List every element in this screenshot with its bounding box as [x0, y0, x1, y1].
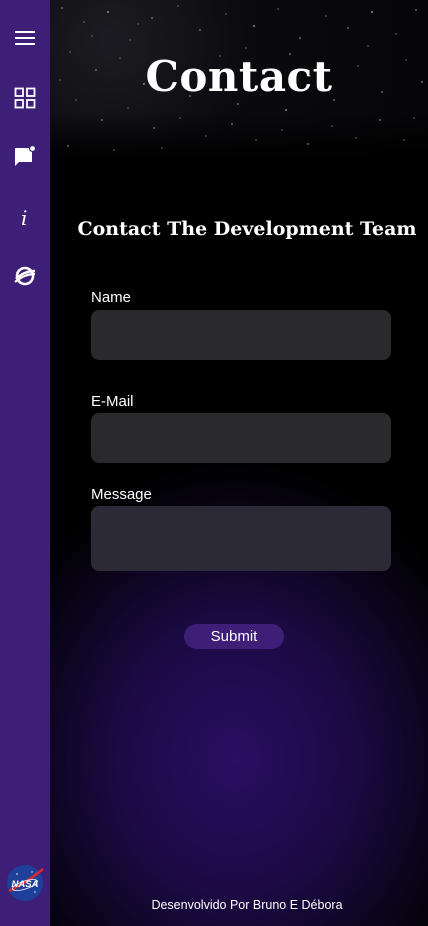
message-field[interactable] — [91, 506, 391, 571]
sidebar-item-about[interactable]: i — [0, 198, 50, 238]
hero-banner: Contact — [50, 0, 428, 160]
footer-credit: Desenvolvido Por Bruno E Débora — [151, 898, 343, 912]
name-label: Name — [91, 289, 132, 306]
feedback-icon — [15, 145, 37, 166]
message-label: Message — [91, 486, 152, 503]
submit-button[interactable]: Submit — [184, 624, 284, 649]
nasa-logo: NASA — [6, 864, 44, 902]
planet-icon — [14, 266, 36, 286]
sidebar-item-contact[interactable] — [0, 137, 50, 177]
main-content: Contact Contact The Development Team Nam… — [50, 0, 428, 926]
page-title: Contact — [145, 52, 333, 101]
menu-icon — [15, 31, 35, 45]
dashboard-icon — [14, 87, 36, 109]
svg-text:i: i — [21, 207, 27, 229]
section-title: Contact The Development Team — [77, 218, 417, 240]
sidebar: i NASA — [0, 0, 50, 926]
menu-button[interactable] — [0, 18, 50, 58]
sidebar-item-planet[interactable] — [0, 256, 50, 296]
info-icon: i — [21, 207, 27, 229]
svg-text:NASA: NASA — [12, 879, 39, 890]
sidebar-item-dashboard[interactable] — [0, 78, 50, 118]
email-field[interactable] — [91, 413, 391, 463]
name-field[interactable] — [91, 310, 391, 360]
email-label: E-Mail — [91, 393, 134, 410]
